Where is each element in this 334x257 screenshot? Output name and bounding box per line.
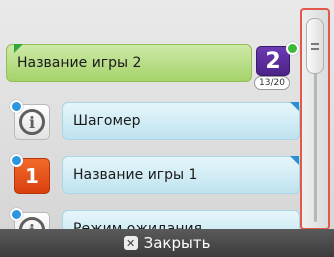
bottom-bar: ✕ Закрыть bbox=[0, 229, 334, 257]
list-item-label: Шагомер bbox=[73, 113, 141, 129]
green-corner-marker bbox=[14, 44, 23, 53]
unread-status-dot bbox=[10, 208, 23, 221]
new-status-dot bbox=[286, 42, 299, 55]
grip-line bbox=[311, 42, 319, 45]
list-item-label-bar: Название игры 1 bbox=[62, 156, 300, 194]
progress-counter: 13/20 bbox=[254, 76, 290, 90]
close-button[interactable]: ✕ Закрыть bbox=[123, 234, 211, 252]
close-label: Закрыть bbox=[143, 234, 211, 252]
unread-status-dot bbox=[10, 154, 23, 167]
list-item-label: Название игры 2 bbox=[17, 55, 142, 71]
list-item-game-1[interactable]: 1 Название игры 1 bbox=[0, 154, 300, 196]
blue-corner-marker bbox=[290, 102, 299, 111]
game-2-icon: 2 bbox=[256, 46, 290, 76]
list-item-label-bar: Шагомер bbox=[62, 102, 300, 140]
scrollbar[interactable] bbox=[300, 8, 330, 230]
game-1-icon-text: 1 bbox=[25, 164, 39, 188]
unread-status-dot bbox=[10, 100, 23, 113]
list-item-label-bar: Название игры 2 bbox=[6, 44, 252, 82]
grip-line bbox=[311, 47, 319, 50]
list-item-game-2[interactable]: Название игры 2 2 13/20 bbox=[0, 42, 300, 90]
x-button-icon: ✕ bbox=[123, 236, 138, 250]
notification-list: Название игры 2 2 13/20 i Шагомер 1 Назв… bbox=[0, 0, 300, 257]
scroll-thumb[interactable] bbox=[306, 18, 324, 74]
blue-corner-marker bbox=[290, 156, 299, 165]
list-item-pedometer[interactable]: i Шагомер bbox=[0, 100, 300, 142]
game-2-icon-text: 2 bbox=[265, 48, 281, 74]
info-glyph: i bbox=[19, 109, 45, 135]
list-item-label: Название игры 1 bbox=[73, 167, 198, 183]
notification-list-screen: Название игры 2 2 13/20 i Шагомер 1 Назв… bbox=[0, 0, 334, 257]
